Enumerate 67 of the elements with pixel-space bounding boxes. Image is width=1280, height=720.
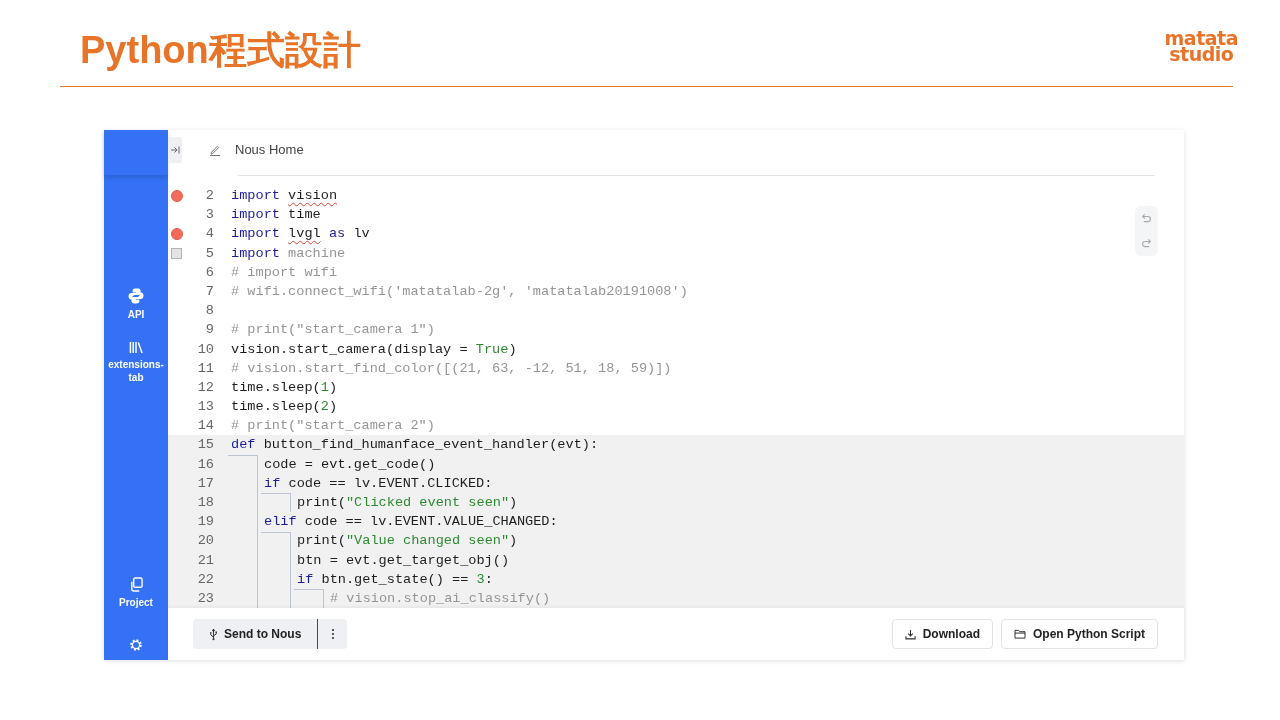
line-number: 20 [197,532,214,551]
line-number: 19 [197,513,214,532]
square-marker-icon [171,247,182,259]
more-button[interactable] [317,619,348,649]
books-icon [129,341,143,354]
line-number: 12 [197,378,214,397]
line-number: 22 [197,570,214,589]
code-line: elif code == lv.EVENT.VALUE_CHANGED: [264,513,558,532]
download-button[interactable]: Download [891,619,993,649]
error-dot-icon [171,227,183,240]
slide-title: Python程式設計 [80,28,361,73]
sidebar-item[interactable]: Project [105,577,167,609]
line-number: 17 [197,474,214,493]
edit-icon[interactable] [209,144,221,156]
code-line: # print("start_camera 1") [231,321,435,340]
settings-icon[interactable] [130,639,142,651]
download-icon [904,628,916,640]
sidebar-item[interactable]: API [105,288,167,321]
more-icon [330,628,335,640]
send-button[interactable]: Send to Nous [193,619,318,649]
code-line: code = evt.get_code() [264,455,436,474]
code-line: import machine [231,244,346,263]
code-line: vision.start_camera(display = True) [231,340,517,359]
line-number: 23 [197,589,214,608]
code-line: # print("start_camera 2") [231,417,435,436]
code-line: time.sleep(1) [231,378,338,397]
code-line: if code == lv.EVENT.CLICKED: [264,474,493,493]
code-line: print("Value changed seen") [297,532,518,551]
line-number: 3 [205,206,214,225]
line-number: 9 [205,321,214,340]
brand-logo: matata studio [1164,30,1238,62]
line-number: 14 [197,417,214,436]
line-number: 4 [205,225,214,244]
code-line: if btn.get_state() == 3: [297,570,493,589]
code-line: import vision [231,187,338,205]
line-number: 6 [205,263,214,282]
code-line: import time [231,206,321,225]
line-number: 18 [197,494,214,512]
line-number: 8 [205,302,214,321]
line-number: 7 [205,282,214,301]
copy-icon [129,577,143,592]
error-dot-icon [171,189,183,202]
sidebar-item[interactable]: extensions-tab [105,341,167,384]
line-number: 5 [205,244,214,263]
code-line: btn = evt.get_target_obj() [297,551,510,570]
code-line: # vision.stop_ai_classify() [330,589,551,608]
code-line: # import wifi [231,263,338,282]
line-number: 16 [197,455,214,474]
indent-guide [294,589,324,608]
folder-icon [1014,629,1026,639]
code-line: print("Clicked event seen") [297,494,518,512]
usb-icon [209,627,218,641]
python-icon [128,288,144,304]
code-line: def button_find_humanface_event_handler(evt): [231,436,599,455]
open-script-button[interactable]: Open Python Script [1001,619,1158,649]
line-number: 11 [197,359,214,378]
line-number: 13 [197,398,214,417]
line-number: 21 [197,551,214,570]
indent-guide [261,493,291,513]
code-line: # wifi.connect_wifi('matatalab-2g', 'matatalab20191008') [231,282,688,301]
file-title: Nous Home [235,142,304,158]
code-line: import lvgl as lv [231,225,370,244]
line-number: 10 [197,340,214,359]
code-line: # vision.start_find_color([(21, 63, -12, 51, 18, 59)]) [231,359,672,378]
line-number: 2 [205,187,214,205]
line-number: 15 [197,436,214,455]
code-line: time.sleep(2) [231,398,338,417]
